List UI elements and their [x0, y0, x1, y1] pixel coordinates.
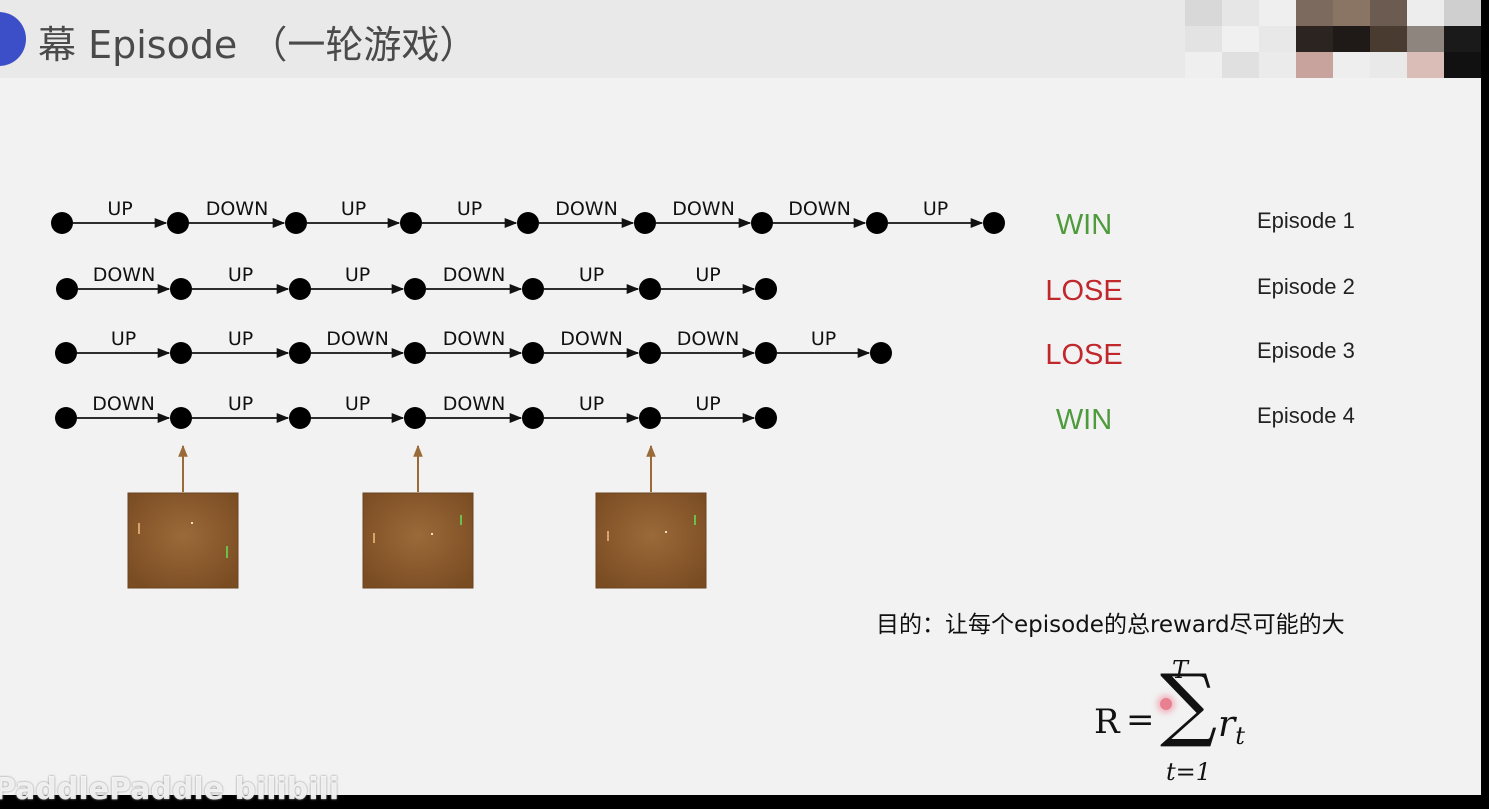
formula-lower-limit: t=1 [1166, 758, 1212, 786]
action-label: DOWN [206, 198, 269, 220]
state-node [517, 212, 539, 234]
state-node [404, 342, 426, 364]
action-label: UP [228, 393, 253, 415]
state-node [755, 407, 777, 429]
action-label: UP [107, 198, 132, 220]
formula-lhs: R [1094, 702, 1120, 742]
state-node [522, 278, 544, 300]
action-label: UP [923, 198, 948, 220]
state-node [639, 342, 661, 364]
return-formula: R = T ∑ t=1 rt [1090, 656, 1290, 790]
action-label: UP [695, 264, 720, 286]
state-node [639, 407, 661, 429]
video-watermark: PaddlePaddle bilibili [0, 772, 340, 807]
action-label: UP [111, 328, 136, 350]
state-node [404, 407, 426, 429]
action-label: DOWN [560, 328, 623, 350]
state-node [634, 212, 656, 234]
action-label: DOWN [443, 264, 506, 286]
formula-term: rt [1218, 704, 1245, 750]
action-label: DOWN [326, 328, 389, 350]
episode-label: Episode 2 [1257, 274, 1355, 299]
goal-text: 目的：让每个episode的总reward尽可能的大 [876, 612, 1345, 638]
ball [191, 522, 193, 524]
action-label: DOWN [443, 328, 506, 350]
game-frame [127, 492, 239, 589]
state-node [289, 278, 311, 300]
action-label: UP [228, 264, 253, 286]
state-node [639, 278, 661, 300]
action-label: DOWN [92, 393, 155, 415]
action-label: DOWN [443, 393, 506, 415]
state-node [983, 212, 1005, 234]
state-node [56, 278, 78, 300]
action-label: UP [341, 198, 366, 220]
episode-result: LOSE [1045, 339, 1122, 371]
state-node [751, 212, 773, 234]
action-label: DOWN [555, 198, 618, 220]
slide: 幕 Episode （一轮游戏） UP DOWN UP UP DOWN DOWN… [0, 0, 1481, 795]
right-paddle [460, 515, 462, 525]
ball [431, 533, 433, 535]
formula-equals: = [1126, 700, 1155, 740]
state-node [55, 342, 77, 364]
action-label: UP [345, 264, 370, 286]
action-label: UP [811, 328, 836, 350]
formula-term-base: r [1218, 704, 1236, 745]
action-label: DOWN [93, 264, 156, 286]
action-label: UP [579, 393, 604, 415]
episode-result: LOSE [1045, 275, 1122, 307]
episode-label: Episode 3 [1257, 338, 1355, 363]
state-node [400, 212, 422, 234]
right-paddle [694, 515, 696, 525]
state-node [870, 342, 892, 364]
state-node [51, 212, 73, 234]
episode-result: WIN [1056, 404, 1112, 436]
state-node [170, 278, 192, 300]
left-paddle [138, 523, 140, 534]
action-label: DOWN [788, 198, 851, 220]
action-label: DOWN [672, 198, 735, 220]
state-node [866, 212, 888, 234]
state-node [167, 212, 189, 234]
state-node [755, 342, 777, 364]
state-node [285, 212, 307, 234]
formula-term-subscript: t [1235, 722, 1245, 751]
episode-result: WIN [1056, 209, 1112, 241]
state-node [289, 407, 311, 429]
episode-label: Episode 1 [1257, 208, 1355, 233]
action-label: UP [457, 198, 482, 220]
state-node [170, 407, 192, 429]
state-node [522, 407, 544, 429]
state-node [170, 342, 192, 364]
state-node [55, 407, 77, 429]
state-node [755, 278, 777, 300]
state-node [404, 278, 426, 300]
action-label: UP [695, 393, 720, 415]
game-frame [362, 492, 474, 589]
action-label: UP [345, 393, 370, 415]
episode-label: Episode 4 [1257, 403, 1355, 428]
state-node [522, 342, 544, 364]
state-node [289, 342, 311, 364]
right-paddle [226, 546, 228, 558]
pointer-highlight [1160, 698, 1172, 710]
ball [665, 531, 667, 533]
left-paddle [373, 533, 375, 543]
action-label: UP [579, 264, 604, 286]
left-paddle [607, 531, 609, 541]
action-label: UP [228, 328, 253, 350]
action-label: DOWN [677, 328, 740, 350]
game-frame [595, 492, 707, 589]
